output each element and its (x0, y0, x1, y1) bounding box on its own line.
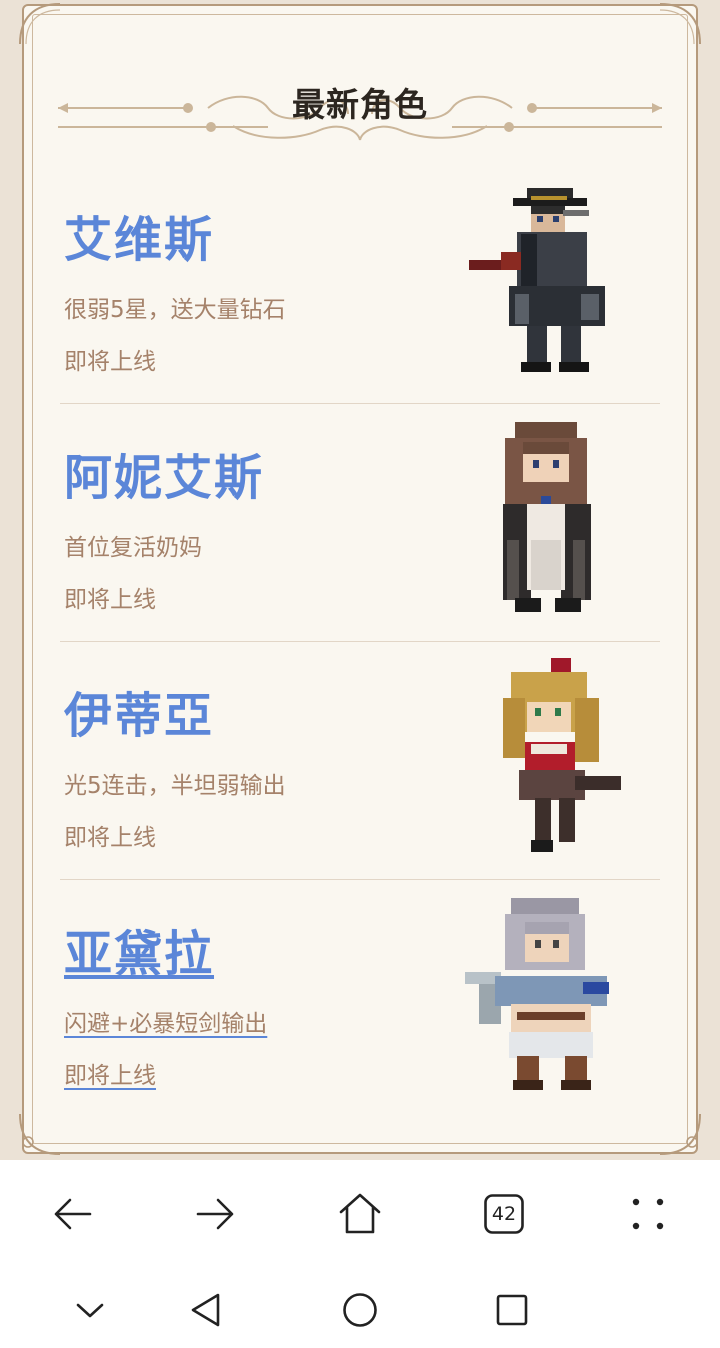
square-recents-icon (496, 1294, 528, 1326)
tabs-button[interactable]: 42 (472, 1182, 536, 1246)
character-name-link[interactable]: 阿妮艾斯 (64, 438, 264, 508)
character-card[interactable]: 亚黛拉闪避+必暴短剑输出 即将上线 (60, 880, 660, 1118)
browser-toolbar: 42 (0, 1160, 720, 1268)
dots-grid-icon (632, 1198, 664, 1230)
character-name-link[interactable]: 艾维斯 (64, 200, 214, 270)
arrow-left-icon (54, 1198, 92, 1230)
sprite-silver-hair-dagger (465, 898, 609, 1090)
character-release-status[interactable]: 即将上线 (64, 1056, 156, 1090)
arrow-right-icon (196, 1198, 234, 1230)
page-content: 最新角色 艾维斯 很弱5星，送大量钻石 即将上线 阿妮艾斯 首位复活奶妈 即将上… (0, 0, 720, 1160)
sprite-gunslinger-hat (469, 188, 605, 372)
character-description: 首位复活奶妈 (64, 535, 202, 561)
circle-home-icon (343, 1293, 377, 1327)
character-release-status: 即将上线 (64, 349, 156, 375)
character-description: 很弱5星，送大量钻石 (64, 297, 286, 323)
browser-menu-button[interactable] (616, 1182, 680, 1246)
character-card[interactable]: 阿妮艾斯首位复活奶妈 即将上线 (60, 404, 660, 642)
character-release-status: 即将上线 (64, 825, 156, 851)
nav-back-button[interactable] (176, 1280, 236, 1340)
browser-back-button[interactable] (40, 1182, 104, 1246)
browser-forward-button[interactable] (184, 1182, 248, 1246)
system-navigation-bar (0, 1268, 720, 1348)
sprite-blonde-bow (503, 658, 621, 852)
character-list: 艾维斯 很弱5星，送大量钻石 即将上线 阿妮艾斯 首位复活奶妈 即将上线 伊蒂亞… (60, 166, 660, 1118)
sprite-long-hair-cloak (503, 422, 591, 612)
tab-count: 42 (491, 1203, 517, 1225)
section-header: 最新角色 (40, 66, 680, 156)
character-card[interactable]: 伊蒂亞光5连击，半坦弱输出 即将上线 (60, 642, 660, 880)
character-name-link[interactable]: 伊蒂亞 (64, 676, 214, 746)
browser-home-button[interactable] (328, 1182, 392, 1246)
character-description[interactable]: 闪避+必暴短剑输出 (64, 1004, 267, 1038)
nav-collapse-button[interactable] (60, 1280, 120, 1340)
character-description: 光5连击，半坦弱输出 (64, 773, 286, 799)
home-icon (339, 1193, 381, 1234)
chevron-down-icon (76, 1303, 104, 1318)
character-card[interactable]: 艾维斯很弱5星，送大量钻石 即将上线 (60, 166, 660, 404)
character-name-link[interactable]: 亚黛拉 (64, 914, 214, 984)
character-release-status: 即将上线 (64, 587, 156, 613)
nav-recents-button[interactable] (482, 1280, 542, 1340)
nav-home-button[interactable] (330, 1280, 390, 1340)
page-title: 最新角色 (292, 85, 428, 124)
triangle-back-icon (191, 1293, 220, 1327)
